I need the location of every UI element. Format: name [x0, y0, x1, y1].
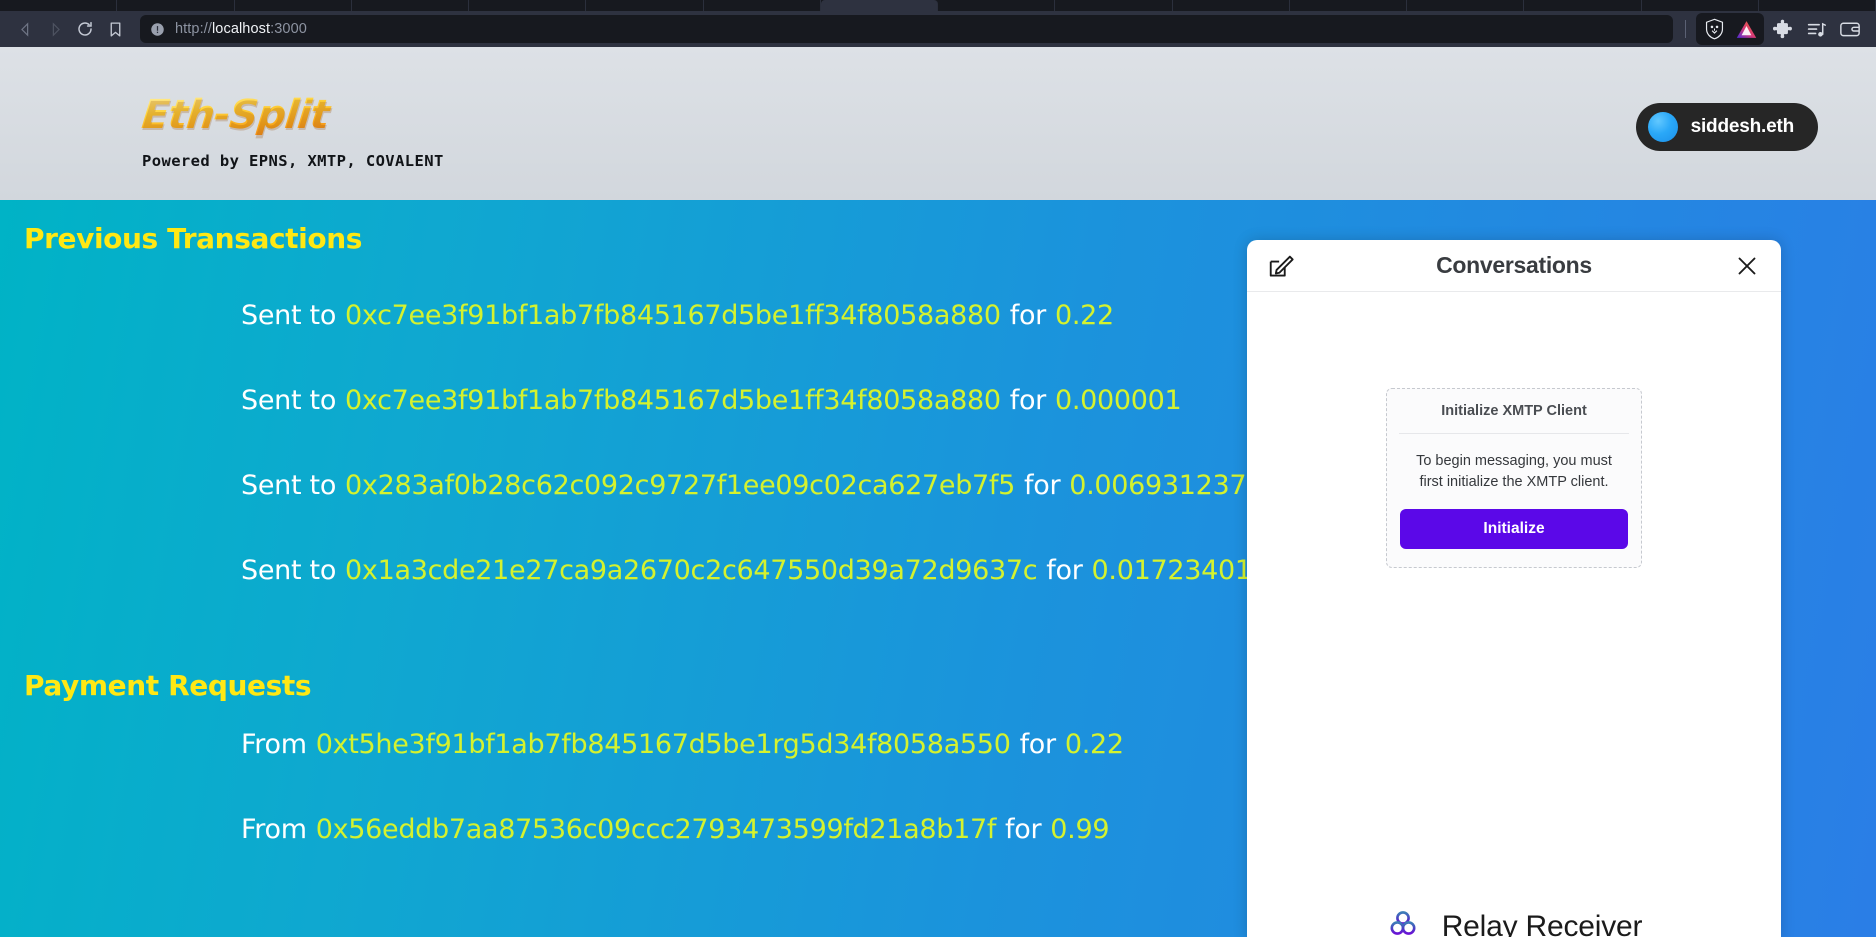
- browser-chrome: http://localhost:3000: [0, 0, 1876, 47]
- brave-rewards-triangle-icon[interactable]: [1730, 14, 1762, 44]
- transaction-amount: 0.006931237: [1069, 470, 1247, 501]
- initialize-card-description: To begin messaging, you must first initi…: [1416, 453, 1612, 491]
- initialize-xmtp-card: Initialize XMTP Client To begin messagin…: [1386, 388, 1642, 569]
- transaction-for-label: for: [1009, 300, 1047, 331]
- page-content: Previous Transactions Sent to 0xc7ee3f91…: [0, 200, 1876, 937]
- transaction-for-label: for: [1046, 555, 1083, 586]
- initialize-card-title: Initialize XMTP Client: [1399, 403, 1629, 434]
- browser-tab[interactable]: [235, 0, 352, 11]
- browser-tab[interactable]: [1642, 0, 1759, 11]
- relay-trefoil-icon: [1386, 907, 1420, 937]
- extensions-puzzle-icon[interactable]: [1766, 14, 1798, 44]
- initialize-button[interactable]: Initialize: [1400, 509, 1628, 550]
- request-for-label: for: [1019, 729, 1057, 760]
- browser-tab-active[interactable]: [820, 0, 938, 11]
- app-header: Eth-Split Powered by EPNS, XMTP, COVALEN…: [0, 47, 1876, 200]
- relay-receiver-footer: Relay Receiver: [1247, 907, 1781, 937]
- conversations-panel: Conversations Initialize XMTP Client To …: [1247, 240, 1781, 937]
- address-bar-url: http://localhost:3000: [175, 21, 307, 37]
- conversations-panel-body: Initialize XMTP Client To begin messagin…: [1247, 292, 1781, 937]
- browser-tab[interactable]: [1290, 0, 1407, 11]
- browser-tab[interactable]: [1524, 0, 1642, 11]
- wallet-avatar-icon: [1647, 112, 1678, 142]
- toolbar-divider: [1685, 20, 1686, 38]
- app-tagline: Powered by EPNS, XMTP, COVALENT: [142, 152, 444, 170]
- browser-tab[interactable]: [117, 0, 235, 11]
- browser-tab[interactable]: [938, 0, 1056, 11]
- request-for-label: for: [1005, 814, 1042, 845]
- transaction-address: 0xc7ee3f91bf1ab7fb845167d5be1ff34f8058a8…: [345, 300, 1001, 331]
- transaction-amount: 0.000001: [1054, 385, 1182, 416]
- conversations-panel-title: Conversations: [1436, 252, 1592, 278]
- browser-tab[interactable]: [469, 0, 587, 11]
- brave-shield-lion-icon[interactable]: [1698, 14, 1730, 44]
- address-bar[interactable]: http://localhost:3000: [140, 15, 1673, 43]
- request-from-label: From: [241, 729, 307, 760]
- transaction-address: 0x1a3cde21e27ca9a2670c2c647550d39a72d963…: [345, 555, 1038, 586]
- transaction-address: 0x283af0b28c62c092c9727f1ee09c02ca627eb7…: [345, 470, 1016, 501]
- transaction-sent-label: Sent to: [241, 300, 337, 331]
- brave-actions-group: [1696, 13, 1764, 45]
- toolbar-actions: [1677, 13, 1866, 45]
- wallet-icon[interactable]: [1834, 14, 1866, 44]
- browser-tab[interactable]: [1759, 0, 1876, 11]
- wallet-connect-button[interactable]: siddesh.eth: [1635, 103, 1818, 151]
- bookmark-icon[interactable]: [100, 14, 130, 44]
- browser-tab[interactable]: [0, 0, 118, 11]
- wallet-address-label: siddesh.eth: [1690, 116, 1795, 137]
- brand-block: Eth-Split Powered by EPNS, XMTP, COVALEN…: [140, 92, 446, 170]
- back-arrow-icon[interactable]: [10, 14, 40, 44]
- browser-toolbar: http://localhost:3000: [0, 11, 1876, 47]
- browser-tab[interactable]: [1173, 0, 1290, 11]
- transaction-sent-label: Sent to: [241, 555, 337, 586]
- compose-pencil-icon[interactable]: [1267, 252, 1295, 280]
- forward-arrow-icon[interactable]: [40, 14, 70, 44]
- request-address: 0xt5he3f91bf1ab7fb845167d5be1rg5d34f8058…: [315, 729, 1011, 760]
- transaction-address: 0xc7ee3f91bf1ab7fb845167d5be1ff34f8058a8…: [345, 385, 1001, 416]
- relay-receiver-label: Relay Receiver: [1441, 909, 1643, 937]
- browser-tab[interactable]: [352, 0, 469, 11]
- app-logo[interactable]: Eth-Split: [140, 92, 446, 138]
- request-amount: 0.99: [1050, 814, 1110, 845]
- transaction-sent-label: Sent to: [241, 385, 337, 416]
- reload-icon[interactable]: [70, 14, 100, 44]
- request-address: 0x56eddb7aa87536c09ccc2793473599fd21a8b1…: [315, 814, 997, 845]
- transaction-for-label: for: [1009, 385, 1047, 416]
- playlist-icon[interactable]: [1800, 14, 1832, 44]
- transaction-sent-label: Sent to: [241, 470, 337, 501]
- request-from-label: From: [241, 814, 307, 845]
- transaction-for-label: for: [1024, 470, 1061, 501]
- info-circle-icon[interactable]: [150, 22, 165, 37]
- browser-tab[interactable]: [704, 0, 821, 11]
- transaction-amount: 0.22: [1054, 300, 1114, 331]
- browser-tab[interactable]: [1407, 0, 1525, 11]
- browser-tab[interactable]: [1055, 0, 1173, 11]
- conversations-panel-header: Conversations: [1247, 240, 1781, 292]
- transaction-amount: 0.01723401: [1091, 555, 1252, 586]
- browser-tab[interactable]: [586, 0, 704, 11]
- web-page: Eth-Split Powered by EPNS, XMTP, COVALEN…: [0, 47, 1876, 937]
- browser-tab-strip[interactable]: [0, 0, 1876, 11]
- request-amount: 0.22: [1064, 729, 1124, 760]
- close-x-icon[interactable]: [1735, 254, 1759, 278]
